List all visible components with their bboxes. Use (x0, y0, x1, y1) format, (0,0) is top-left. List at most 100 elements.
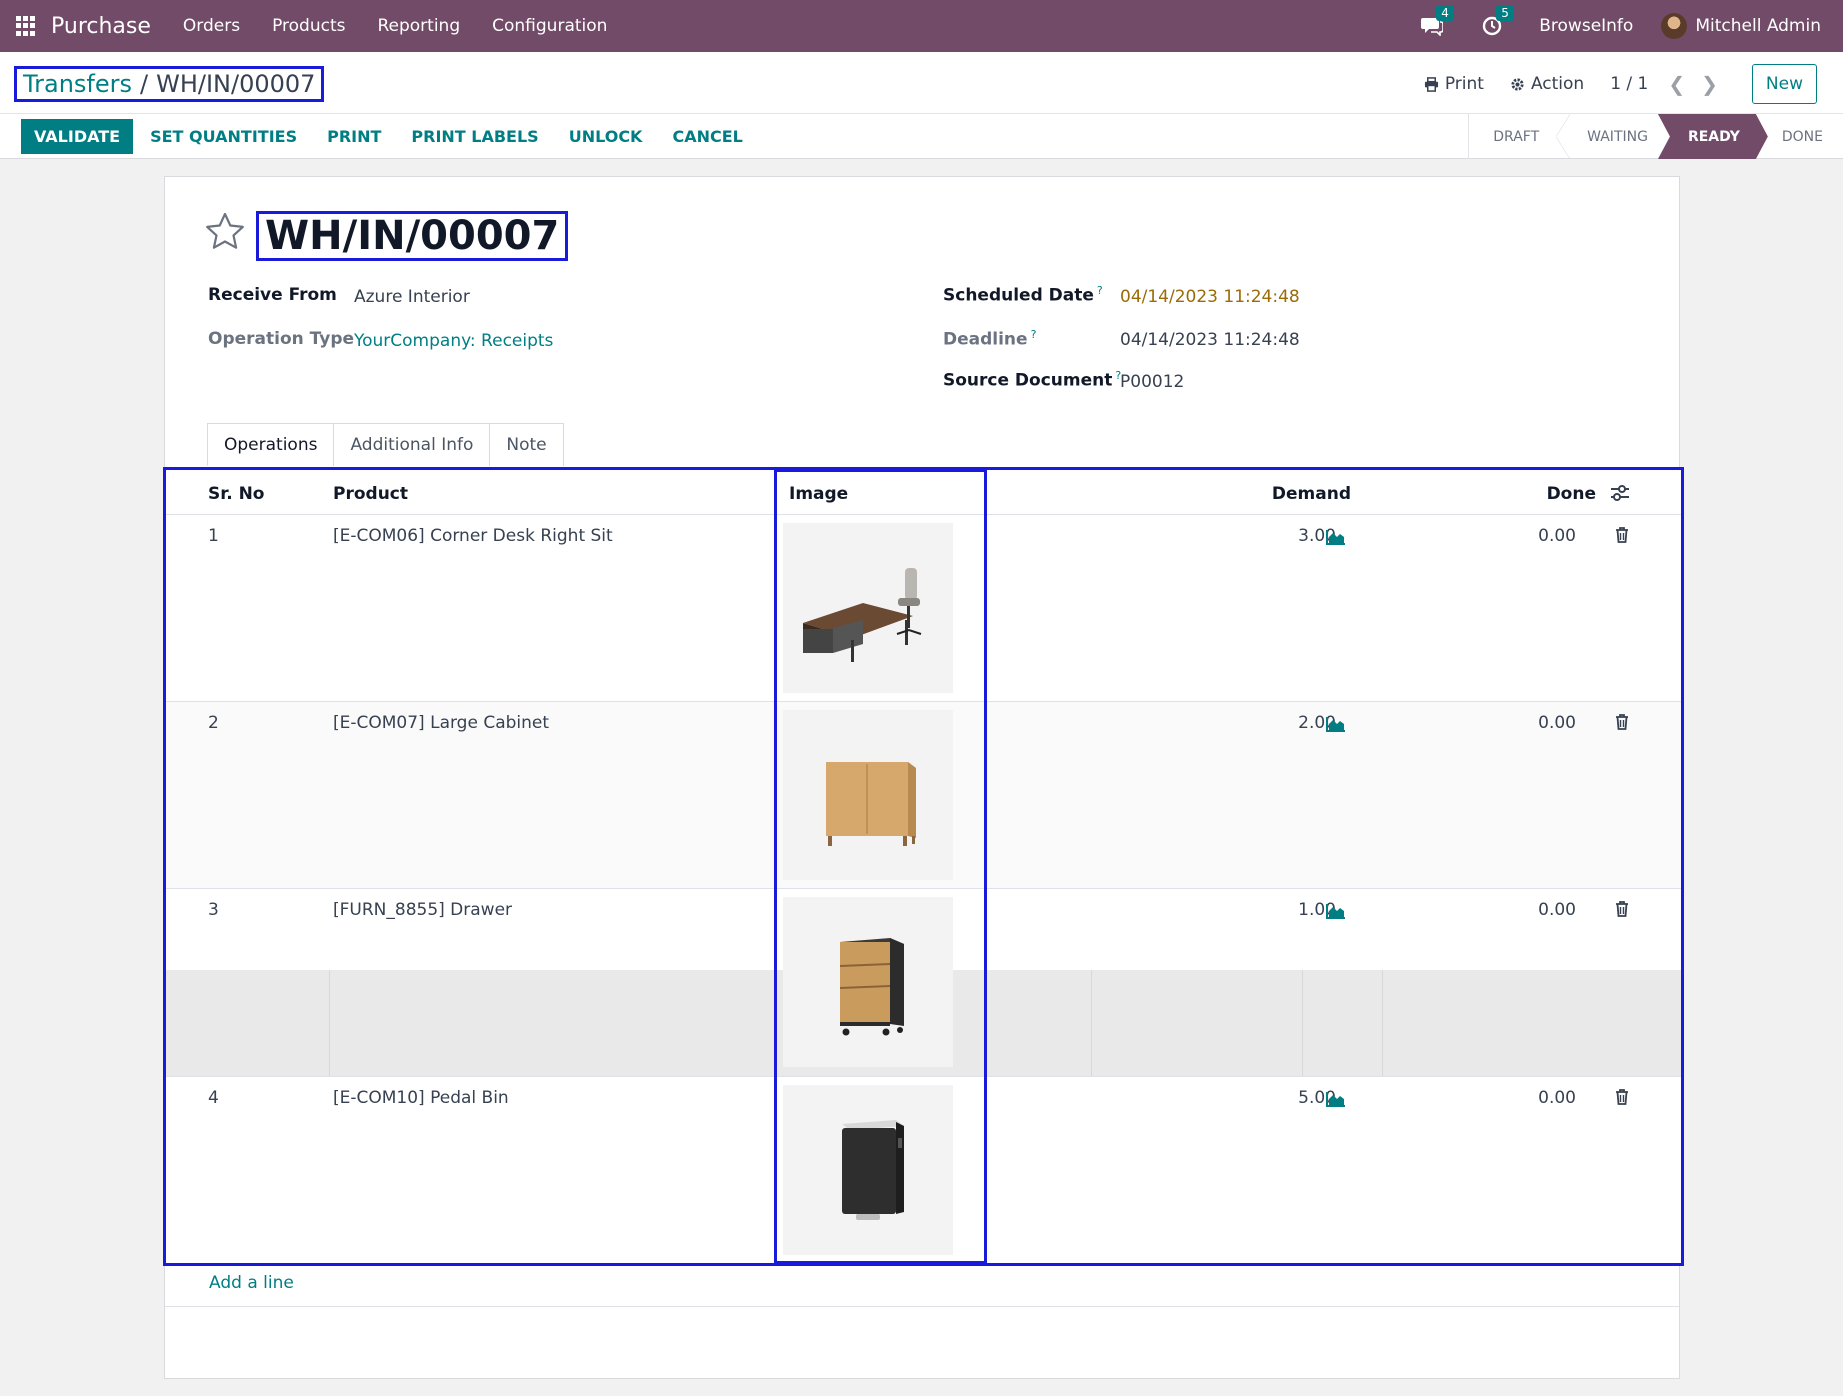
stage-done[interactable]: DONE (1768, 114, 1843, 159)
delete-trash-icon[interactable] (1615, 1089, 1629, 1110)
breadcrumb-transfers-link[interactable]: Transfers (23, 72, 132, 96)
deadline-value[interactable]: 04/14/2023 11:24:48 (1120, 330, 1300, 350)
form-tabs: Operations Additional Info Note (207, 423, 564, 466)
table-row[interactable]: 4 [E-COM10] Pedal Bin 5.00 0.00 (166, 1077, 1681, 1263)
breadcrumb: Transfers / WH/IN/00007 (14, 66, 325, 102)
corner-desk-image (783, 523, 953, 693)
receive-from-value[interactable]: Azure Interior (354, 287, 470, 307)
action-label: Action (1530, 74, 1585, 94)
receive-from-label: Receive From (208, 285, 337, 305)
forecast-chart-icon[interactable] (1326, 903, 1346, 924)
large-cabinet-image (783, 710, 953, 880)
messages-icon[interactable]: 4 (1419, 5, 1454, 39)
row-done[interactable]: 0.00 (1476, 900, 1576, 920)
validate-button[interactable]: VALIDATE (21, 119, 134, 154)
source-document-value[interactable]: P00012 (1120, 372, 1184, 392)
operations-table: Sr. No Product Image Demand Done 1 [E-CO… (163, 467, 1684, 1266)
row-done[interactable]: 0.00 (1476, 1088, 1576, 1108)
tab-additional-info[interactable]: Additional Info (333, 423, 491, 466)
delete-trash-icon[interactable] (1615, 901, 1629, 922)
record-toolbar: Print Action 1 / 1 ❮ ❯ New (1424, 63, 1817, 105)
top-navbar: Purchase Orders Products Reporting Confi… (0, 0, 1843, 52)
column-header-product[interactable]: Product (333, 484, 408, 504)
row-product[interactable]: [E-COM07] Large Cabinet (333, 713, 549, 733)
stage-waiting[interactable]: WAITING (1563, 114, 1668, 159)
stage-draft[interactable]: DRAFT (1469, 114, 1571, 159)
status-bar: DRAFT WAITING READY DONE (1468, 114, 1843, 159)
scheduled-date-value[interactable]: 04/14/2023 11:24:48 (1120, 287, 1300, 307)
main-menu: Orders Products Reporting Configuration (183, 16, 608, 36)
tab-operations[interactable]: Operations (207, 423, 335, 466)
operation-type-value[interactable]: YourCompany: Receipts (354, 331, 553, 351)
app-name[interactable]: Purchase (51, 14, 151, 39)
print-menu-button[interactable]: Print (1424, 74, 1484, 94)
unlock-button[interactable]: UNLOCK (569, 127, 643, 146)
optional-columns-toggle-icon[interactable] (1610, 485, 1630, 506)
print-button[interactable]: PRINT (327, 127, 381, 146)
delete-trash-icon[interactable] (1615, 714, 1629, 735)
delete-trash-icon[interactable] (1615, 527, 1629, 548)
new-record-button[interactable]: New (1751, 64, 1817, 104)
table-row[interactable]: 2 [E-COM07] Large Cabinet 2.00 0.00 (166, 702, 1681, 889)
user-menu[interactable]: Mitchell Admin (1695, 16, 1821, 36)
messages-count-badge: 4 (1436, 5, 1454, 21)
row-sr-no: 3 (208, 900, 219, 920)
company-switcher[interactable]: BrowseInfo (1539, 16, 1633, 36)
row-demand[interactable]: 2.00 (1206, 713, 1336, 733)
row-sr-no: 2 (208, 713, 219, 733)
systray: 4 5 BrowseInfo Mitchell Admin (1419, 0, 1821, 52)
favorite-star-icon[interactable] (205, 212, 245, 255)
row-demand[interactable]: 1.00 (1206, 900, 1336, 920)
pager-next-icon[interactable]: ❯ (1701, 72, 1718, 96)
menu-configuration[interactable]: Configuration (492, 16, 607, 36)
breadcrumb-current: WH/IN/00007 (156, 70, 316, 98)
menu-reporting[interactable]: Reporting (377, 16, 460, 36)
set-quantities-button[interactable]: SET QUANTITIES (150, 127, 297, 146)
add-a-line-link[interactable]: Add a line (209, 1273, 294, 1293)
form-sheet: WH/IN/00007 Receive From Azure Interior … (163, 176, 1684, 1379)
table-row[interactable]: 3 [FURN_8855] Drawer 1.00 0.00 (166, 889, 1681, 1076)
column-header-done[interactable]: Done (1496, 484, 1596, 504)
user-avatar[interactable] (1661, 13, 1688, 39)
printer-icon (1424, 76, 1438, 92)
menu-products[interactable]: Products (272, 16, 345, 36)
pedal-bin-image (783, 1085, 953, 1255)
apps-menu-icon[interactable] (16, 16, 36, 36)
menu-orders[interactable]: Orders (183, 16, 240, 36)
column-header-image[interactable]: Image (789, 484, 848, 504)
row-product[interactable]: [E-COM06] Corner Desk Right Sit (333, 526, 613, 546)
action-menu-button[interactable]: Action (1510, 74, 1584, 94)
column-header-sr-no[interactable]: Sr. No (208, 484, 265, 504)
row-demand[interactable]: 3.00 (1206, 526, 1336, 546)
activities-count-badge: 5 (1496, 5, 1514, 21)
deadline-label: Deadline? (943, 328, 1037, 350)
row-done[interactable]: 0.00 (1476, 713, 1576, 733)
pager-value[interactable]: 1 / 1 (1610, 74, 1648, 94)
table-footer-divider (165, 1306, 1679, 1307)
pager-previous-icon[interactable]: ❮ (1668, 72, 1685, 96)
breadcrumb-separator: / (140, 70, 149, 98)
gear-icon (1511, 77, 1524, 91)
table-row[interactable]: 1 [E-COM06] Corner Desk Right Sit 3.00 0… (166, 515, 1681, 702)
tab-note[interactable]: Note (489, 423, 564, 466)
print-label: Print (1444, 74, 1484, 94)
forecast-chart-icon[interactable] (1326, 529, 1346, 550)
row-product[interactable]: [FURN_8855] Drawer (333, 900, 512, 920)
scheduled-date-label: Scheduled Date? (943, 284, 1103, 306)
row-demand[interactable]: 5.00 (1206, 1088, 1336, 1108)
drawer-image (783, 897, 953, 1067)
activities-clock-icon[interactable]: 5 (1479, 5, 1514, 39)
deadline-help-icon[interactable]: ? (1031, 328, 1037, 341)
row-sr-no: 1 (208, 526, 219, 546)
column-header-demand[interactable]: Demand (1231, 484, 1351, 504)
row-done[interactable]: 0.00 (1476, 526, 1576, 546)
print-labels-button[interactable]: PRINT LABELS (411, 127, 538, 146)
forecast-chart-icon[interactable] (1326, 1091, 1346, 1112)
stage-ready[interactable]: READY (1658, 114, 1768, 159)
row-sr-no: 4 (208, 1088, 219, 1108)
cancel-button[interactable]: CANCEL (672, 127, 742, 146)
operation-type-label: Operation Type (208, 329, 355, 349)
scheduled-date-help-icon[interactable]: ? (1097, 284, 1103, 297)
forecast-chart-icon[interactable] (1326, 716, 1346, 737)
row-product[interactable]: [E-COM10] Pedal Bin (333, 1088, 509, 1108)
